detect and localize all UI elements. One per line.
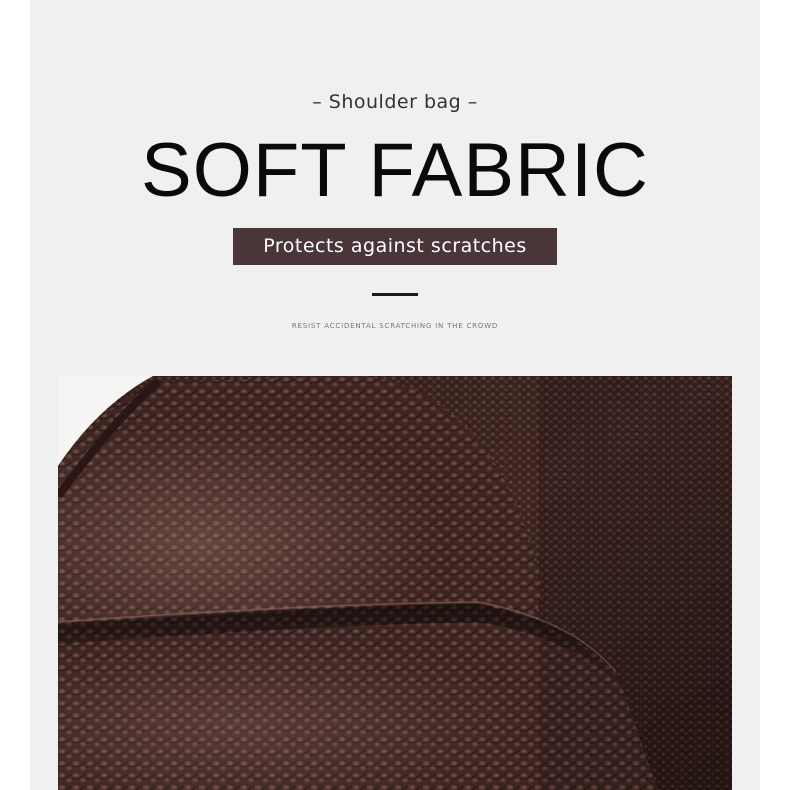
leather-texture-photo [58, 376, 732, 790]
product-subtitle: – Shoulder bag – [312, 91, 478, 113]
product-banner: – Shoulder bag – SOFT FABRIC Protects ag… [30, 0, 760, 790]
feature-tagline: Protects against scratches [233, 228, 557, 265]
divider [372, 293, 418, 296]
fine-print: RESIST ACCIDENTAL SCRATCHING IN THE CROW… [291, 322, 499, 330]
feature-title: SOFT FABRIC [141, 128, 649, 213]
